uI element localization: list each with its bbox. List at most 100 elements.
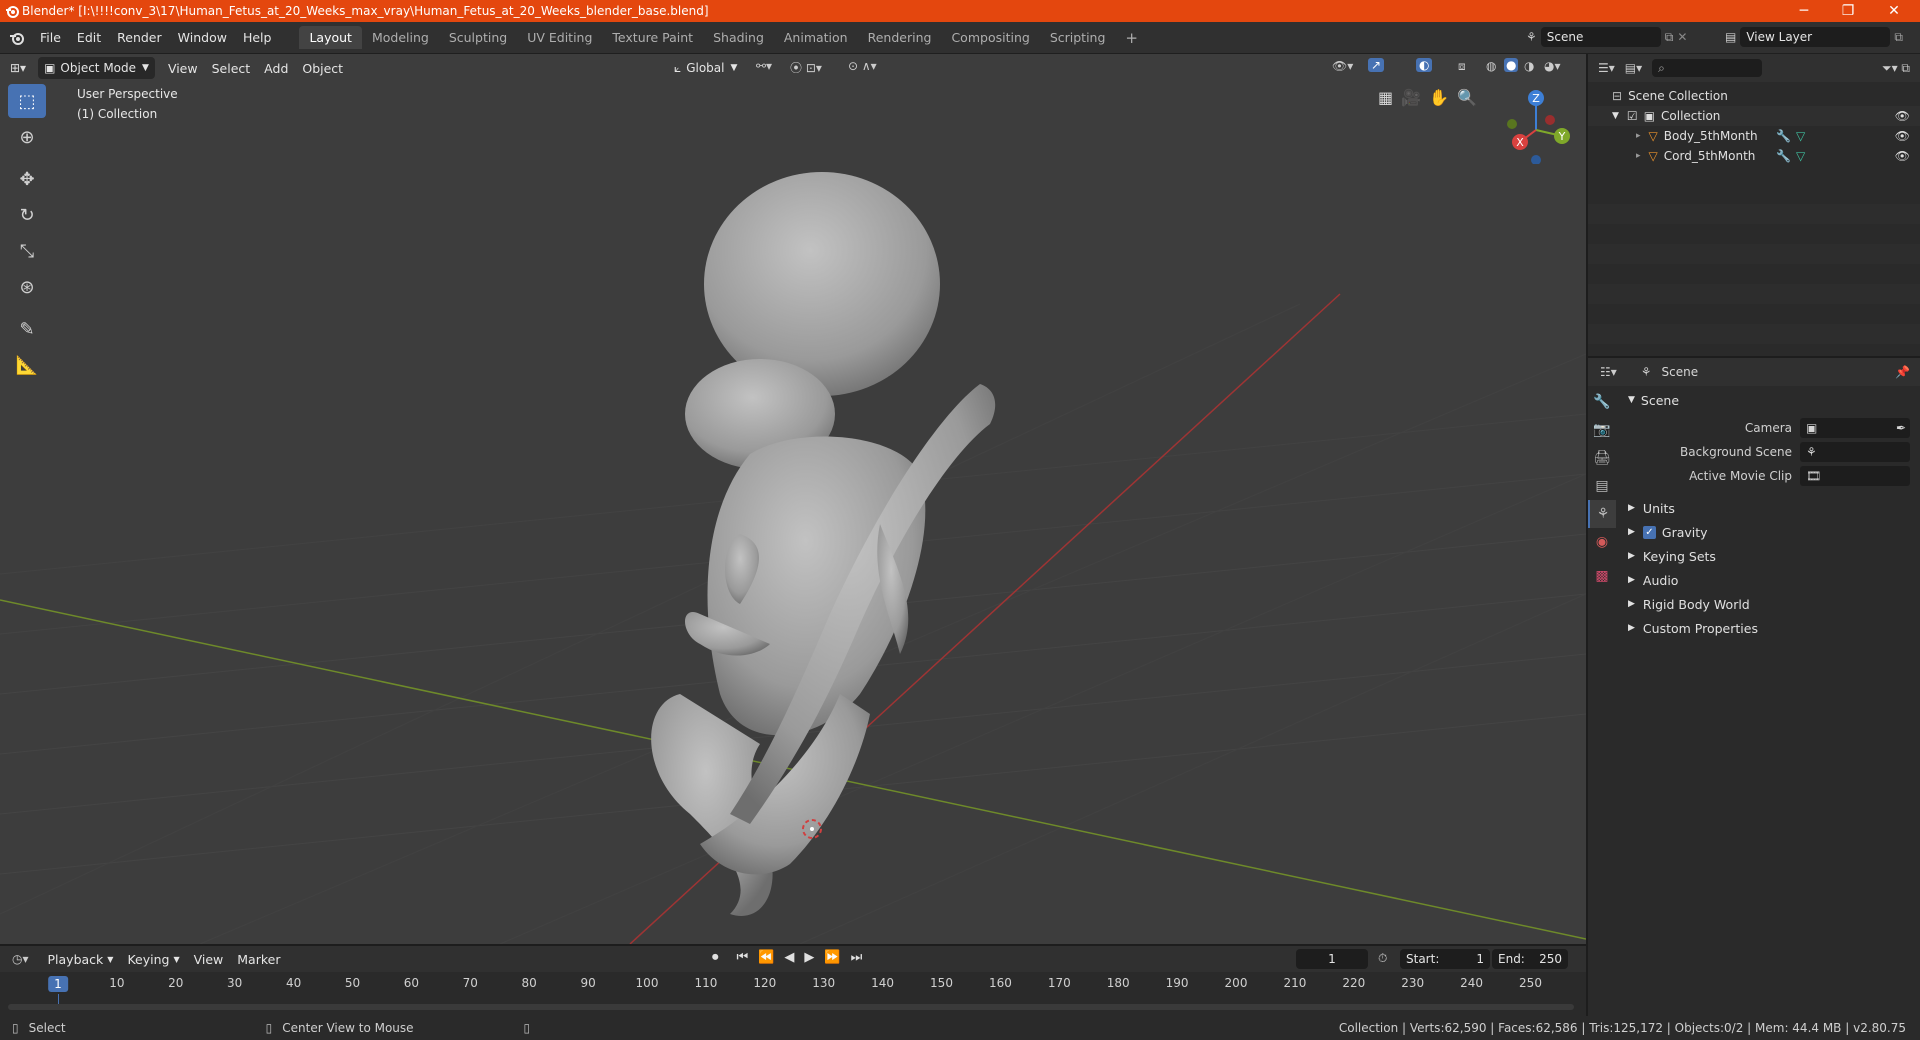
proportional-edit-icon[interactable]: ⊙ ∧▾ (848, 59, 877, 73)
remove-scene-icon[interactable]: ✕ (1677, 30, 1687, 44)
jump-end-icon[interactable]: ⏭ (851, 950, 863, 965)
modifier-wrench-icon[interactable]: 🔧 (1776, 149, 1791, 163)
current-frame-field[interactable]: 1 (1296, 949, 1368, 969)
frame-tick[interactable]: 200 (1225, 976, 1248, 990)
tab-layout[interactable]: Layout (299, 26, 362, 49)
zoom-icon[interactable]: 🔍 (1457, 88, 1477, 107)
prev-keyframe-icon[interactable]: ⏪ (758, 950, 774, 965)
tab-sculpting[interactable]: Sculpting (439, 26, 517, 49)
frame-tick[interactable]: 250 (1519, 976, 1542, 990)
timeline-menu-marker[interactable]: Marker (230, 948, 287, 970)
move-tool[interactable]: ✥ (8, 162, 46, 196)
camera-view-icon[interactable]: 🎥 (1401, 88, 1421, 107)
play-icon[interactable]: ▶ (804, 950, 814, 965)
camera-field[interactable]: ▣ ✒ (1800, 418, 1910, 438)
frame-tick[interactable]: 160 (989, 976, 1012, 990)
minimize-button[interactable]: ─ (1782, 0, 1826, 22)
outliner-scene-collection[interactable]: ⊟ Scene Collection (1588, 86, 1920, 106)
tab-compositing[interactable]: Compositing (941, 26, 1039, 49)
tab-texture-paint[interactable]: Texture Paint (602, 26, 703, 49)
new-scene-icon[interactable]: ⧉ (1665, 30, 1674, 45)
gravity-checkbox[interactable]: ✓ (1642, 525, 1656, 539)
modifier-wrench-icon[interactable]: 🔧 (1776, 129, 1791, 143)
blender-menu-icon[interactable] (8, 30, 26, 46)
frame-tick[interactable]: 40 (286, 976, 301, 990)
snap-icon[interactable]: ⦿ ⊡▾ (790, 59, 822, 76)
timeline-scrollbar[interactable] (8, 1004, 1574, 1010)
frame-tick[interactable]: 140 (871, 976, 894, 990)
world-tab-icon[interactable]: ◉ (1588, 528, 1616, 556)
frame-tick[interactable]: 220 (1342, 976, 1365, 990)
frame-tick[interactable]: 50 (345, 976, 360, 990)
scale-tool[interactable]: ⤡ (8, 234, 46, 268)
frame-tick[interactable]: 10 (109, 976, 124, 990)
frame-ruler[interactable]: 1 10 20 30 40 50 60 70 80 90 100 110 120 130 140 150 160… (0, 976, 1586, 1008)
frame-tick[interactable]: 110 (694, 976, 717, 990)
maximize-button[interactable]: ❐ (1826, 0, 1870, 22)
outliner-object-body[interactable]: ▸ ▽ Body_5thMonth 🔧 ▽ 👁 (1588, 126, 1920, 146)
rendered-shading-icon[interactable]: ◕▾ (1544, 59, 1561, 73)
active-movie-clip-field[interactable]: 🎞 (1800, 466, 1910, 486)
background-scene-field[interactable]: ⚘ (1800, 442, 1910, 462)
frame-tick[interactable]: 240 (1460, 976, 1483, 990)
viewport-menu-select[interactable]: Select (205, 57, 258, 79)
timeline-menu-view[interactable]: View (187, 948, 231, 970)
mode-selector[interactable]: ▣ Object Mode ▼ (38, 57, 155, 79)
output-tab-icon[interactable]: 🖨 (1588, 444, 1616, 472)
frame-tick[interactable]: 120 (753, 976, 776, 990)
timeline-menu-keying[interactable]: Keying ▼ (120, 948, 186, 970)
menu-help[interactable]: Help (235, 30, 280, 45)
audio-panel-header[interactable]: ▶ Audio (1620, 568, 1920, 592)
expand-arrow-icon[interactable]: ▸ (1636, 151, 1641, 161)
jump-start-icon[interactable]: ⏮ (737, 950, 749, 965)
tab-animation[interactable]: Animation (774, 26, 858, 49)
tab-uv-editing[interactable]: UV Editing (517, 26, 602, 49)
outliner-object-cord[interactable]: ▸ ▽ Cord_5thMonth 🔧 ▽ 👁 (1588, 146, 1920, 166)
solid-shading-icon[interactable]: ● (1504, 58, 1519, 72)
view-layer-tab-icon[interactable]: ▤ (1588, 472, 1616, 500)
tab-modeling[interactable]: Modeling (362, 26, 439, 49)
editor-type-icon[interactable]: ⊞▾ (10, 61, 26, 75)
viewport-menu-view[interactable]: View (161, 57, 205, 79)
viewport-menu-object[interactable]: Object (295, 57, 350, 79)
menu-window[interactable]: Window (170, 30, 235, 45)
wireframe-shading-icon[interactable]: ◍ (1486, 59, 1496, 73)
frame-tick[interactable]: 80 (522, 976, 537, 990)
material-shading-icon[interactable]: ◑ (1524, 59, 1534, 73)
grid-view-icon[interactable]: ▦ (1378, 88, 1393, 107)
properties-editor-icon[interactable]: ☷▾ (1600, 365, 1617, 379)
timeline-editor-icon[interactable]: ◷▾ (12, 952, 29, 966)
scene-selector[interactable]: Scene (1540, 27, 1661, 47)
pan-hand-icon[interactable]: ✋ (1429, 88, 1449, 107)
tool-tab-icon[interactable]: 🔧 (1588, 388, 1616, 416)
current-frame-tick[interactable]: 1 (48, 976, 68, 992)
measure-tool[interactable]: 📐 (8, 348, 46, 382)
render-tab-icon[interactable]: 📷 (1588, 416, 1616, 444)
rigid-body-world-panel-header[interactable]: ▶ Rigid Body World (1620, 592, 1920, 616)
frame-tick[interactable]: 190 (1166, 976, 1189, 990)
play-reverse-icon[interactable]: ◀ (784, 950, 794, 965)
frame-tick[interactable]: 230 (1401, 976, 1424, 990)
rotate-tool[interactable]: ↻ (8, 198, 46, 232)
record-icon[interactable]: ⏺ (712, 950, 719, 965)
overlay-toggle-icon[interactable]: ◐ (1416, 58, 1433, 72)
start-frame-field[interactable]: Start: 1 (1400, 949, 1490, 969)
tab-shading[interactable]: Shading (703, 26, 774, 49)
timeline-menu-playback[interactable]: Playback ▼ (41, 948, 121, 970)
viewport-menu-add[interactable]: Add (257, 57, 295, 79)
frame-tick[interactable]: 100 (636, 976, 659, 990)
collection-checkbox[interactable]: ☑ (1627, 109, 1638, 123)
frame-tick[interactable]: 150 (930, 976, 953, 990)
mesh-data-icon[interactable]: ▽ (1796, 129, 1805, 143)
units-panel-header[interactable]: ▶ Units (1620, 496, 1920, 520)
outliner-collection[interactable]: ▼ ☑ ▣ Collection 👁 (1588, 106, 1920, 126)
outliner-search-input[interactable]: ⌕ (1652, 59, 1763, 77)
frame-tick[interactable]: 30 (227, 976, 242, 990)
display-mode-icon[interactable]: ▤▾ (1625, 61, 1642, 75)
navigation-gizmo[interactable]: Z Y X (1500, 84, 1580, 164)
mesh-data-icon[interactable]: ▽ (1796, 149, 1805, 163)
outliner-editor-icon[interactable]: ☰▾ (1598, 61, 1615, 75)
menu-file[interactable]: File (32, 30, 69, 45)
eye-icon[interactable]: 👁 (1895, 109, 1910, 123)
add-workspace-button[interactable]: + (1115, 25, 1148, 51)
